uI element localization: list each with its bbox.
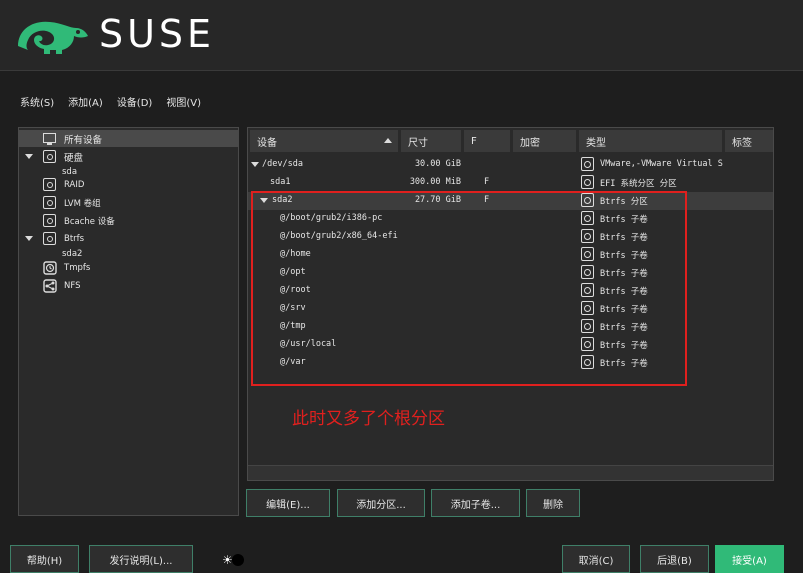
tree-item-nfs[interactable]: NFS	[19, 277, 238, 294]
device-type-icon	[581, 157, 594, 171]
suse-chameleon-logo-icon	[18, 21, 88, 55]
brand-name: SUSE	[99, 12, 216, 56]
disk-icon	[43, 150, 56, 163]
column-header-type[interactable]: 类型	[579, 130, 722, 152]
device-type-icon	[581, 175, 594, 189]
delete-button[interactable]: 删除	[526, 489, 580, 517]
device-cell: sda1	[270, 177, 291, 187]
annotation-text: 此时又多了个根分区	[292, 409, 445, 429]
menu-add[interactable]: 添加(A)	[68, 94, 103, 109]
theme-toggle[interactable]: ☀	[222, 553, 246, 567]
expand-arrow-icon[interactable]	[25, 236, 33, 241]
format-cell: F	[484, 177, 490, 187]
menu-system[interactable]: 系统(S)	[20, 94, 54, 109]
column-header-size[interactable]: 尺寸	[401, 130, 461, 152]
column-header-encryption[interactable]: 加密	[513, 130, 576, 152]
device-tree[interactable]: 所有设备 硬盘 sda RAID LVM 卷组 Bcache 设备 Btrfs …	[18, 127, 239, 516]
toggle-knob	[232, 554, 244, 566]
disk-icon	[43, 214, 56, 227]
type-cell: VMware,-VMware Virtual S	[600, 159, 723, 169]
menu-device[interactable]: 设备(D)	[117, 94, 153, 109]
expand-arrow-icon[interactable]	[251, 162, 259, 167]
table-row[interactable]: /dev/sda 30.00 GiB VMware,-VMware Virtual …	[248, 156, 773, 174]
device-cell: /dev/sda	[262, 159, 303, 169]
tree-item-lvm[interactable]: LVM 卷组	[19, 194, 238, 211]
type-cell: EFI 系统分区 分区	[600, 179, 677, 189]
add-subvolume-button[interactable]: 添加子卷...	[431, 489, 520, 517]
tmpfs-clock-icon	[43, 261, 57, 275]
size-cell: 300.00 MiB	[409, 177, 461, 187]
column-header-format[interactable]: F	[464, 130, 510, 152]
menu-view[interactable]: 视图(V)	[166, 94, 201, 109]
sort-ascending-icon	[384, 138, 392, 143]
nfs-share-icon	[43, 279, 57, 293]
column-header-device[interactable]: 设备	[250, 130, 398, 152]
edit-button[interactable]: 编辑(E)...	[246, 489, 330, 517]
tree-item-tmpfs[interactable]: Tmpfs	[19, 259, 238, 276]
add-partition-button[interactable]: 添加分区...	[337, 489, 425, 517]
menu-bar: 系统(S) 添加(A) 设备(D) 视图(V)	[20, 94, 201, 109]
column-header-label[interactable]: 标签	[725, 130, 773, 152]
disk-icon	[43, 178, 56, 191]
tree-item-raid[interactable]: RAID	[19, 176, 238, 193]
tree-item-bcache[interactable]: Bcache 设备	[19, 212, 238, 229]
disk-icon	[43, 196, 56, 209]
disk-icon	[43, 232, 56, 245]
monitor-icon	[43, 133, 56, 145]
header-bar: SUSE	[0, 0, 803, 71]
annotation-highlight-box	[251, 191, 687, 386]
table-row[interactable]: sda1 300.00 MiB F EFI 系统分区 分区	[248, 174, 773, 192]
tree-item-all-devices[interactable]: 所有设备	[19, 130, 238, 147]
size-cell: 30.00 GiB	[414, 159, 461, 169]
horizontal-scrollbar[interactable]	[248, 465, 773, 480]
expand-arrow-icon[interactable]	[25, 154, 33, 159]
